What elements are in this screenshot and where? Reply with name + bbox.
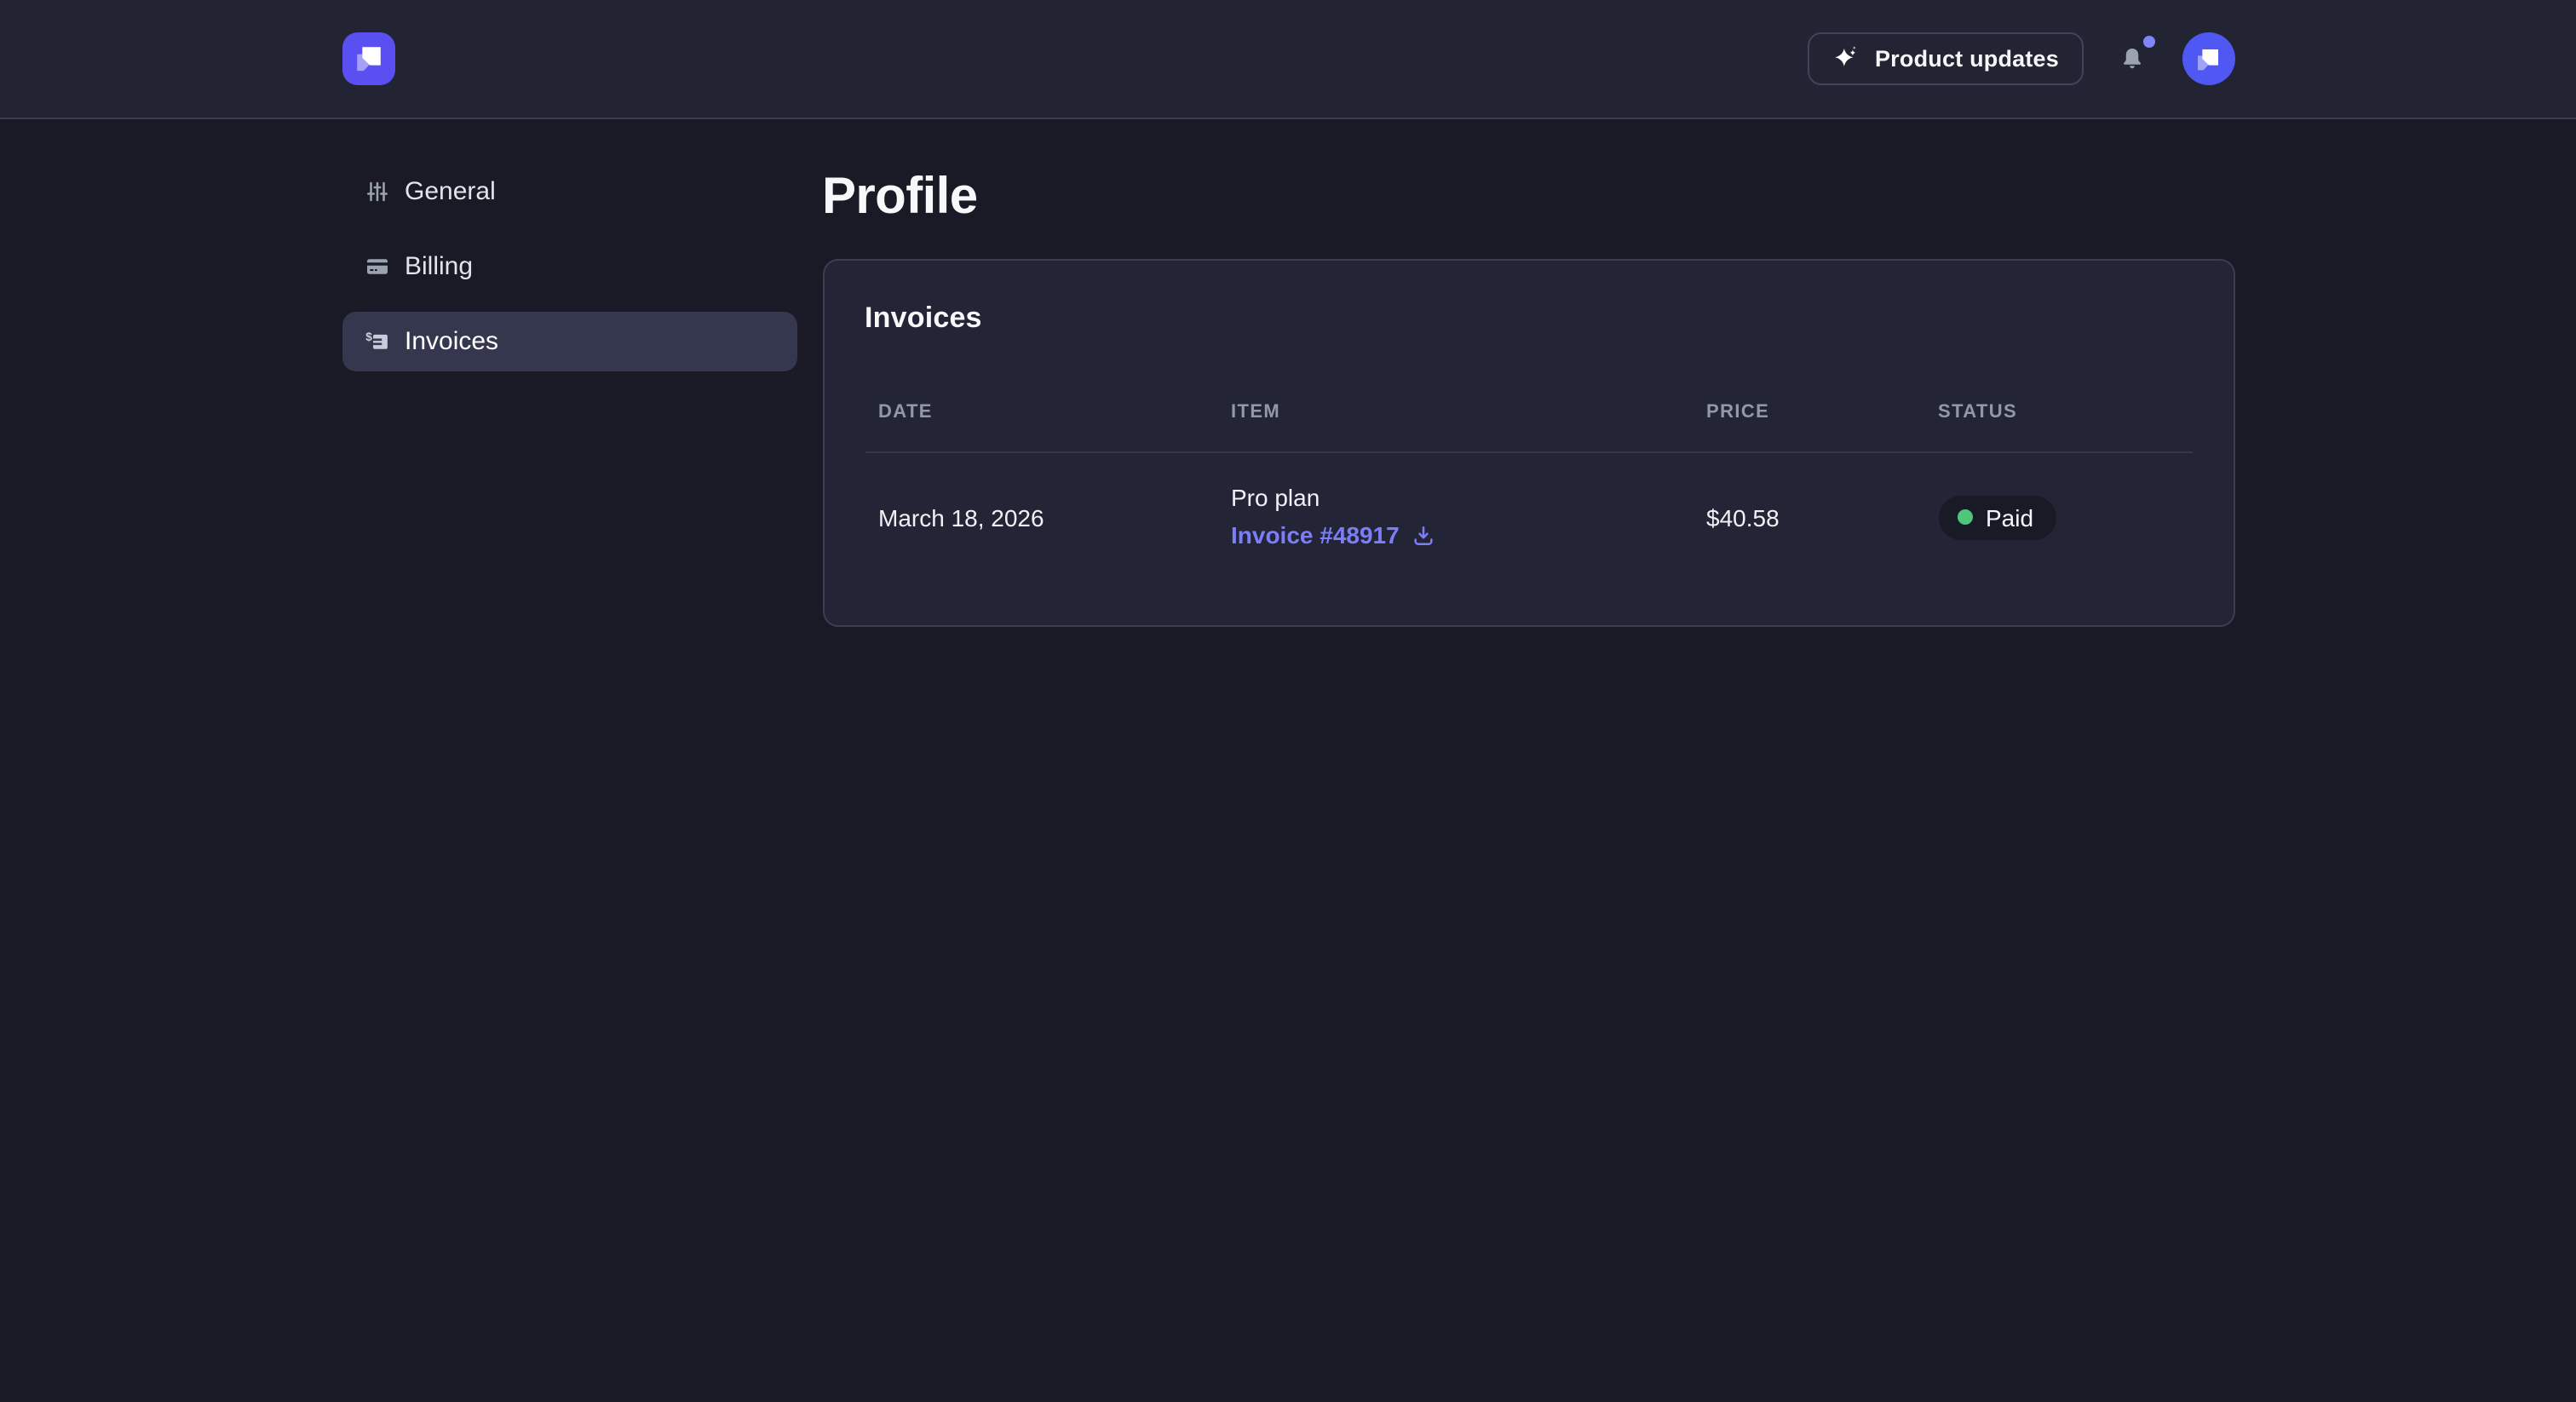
page-title: Profile	[822, 169, 2234, 227]
app-root: Product updates	[0, 0, 2576, 1402]
cell-price: $40.58	[1693, 452, 1924, 581]
user-avatar[interactable]	[2182, 32, 2234, 85]
svg-text:$: $	[365, 330, 371, 343]
sliders-icon	[364, 179, 389, 204]
status-label: Paid	[1986, 503, 2033, 531]
sidebar-item-label: General	[405, 177, 496, 206]
cell-date: March 18, 2026	[865, 452, 1217, 581]
main-content: Profile Invoices Date Item Price Status	[822, 162, 2234, 627]
top-navbar: Product updates	[0, 0, 2576, 119]
invoices-card: Invoices Date Item Price Status March 18…	[822, 259, 2234, 627]
sidebar-item-label: Billing	[405, 252, 473, 281]
sparkle-icon	[1832, 44, 1861, 73]
invoice-icon: $	[364, 329, 389, 354]
notifications-button[interactable]	[2113, 40, 2151, 78]
sidebar-item-general[interactable]: General	[342, 162, 796, 221]
plan-name: Pro plan	[1231, 480, 1679, 514]
credit-card-icon	[364, 254, 389, 279]
invoice-link[interactable]: Invoice #48917	[1231, 518, 1400, 554]
column-header-date: Date	[865, 375, 1217, 452]
product-updates-label: Product updates	[1875, 46, 2059, 72]
sidebar-item-label: Invoices	[405, 327, 498, 356]
sidebar-item-invoices[interactable]: $ Invoices	[342, 312, 796, 371]
invoices-card-title: Invoices	[865, 302, 2192, 336]
column-header-price: Price	[1693, 375, 1924, 452]
status-dot-icon	[1957, 509, 1972, 525]
brand-logo[interactable]	[342, 32, 394, 85]
bell-icon	[2118, 43, 2147, 74]
product-updates-button[interactable]: Product updates	[1808, 32, 2083, 85]
brand-logo-icon	[348, 39, 388, 78]
sidebar-item-billing[interactable]: Billing	[342, 237, 796, 296]
cell-status: Paid	[1924, 452, 2192, 581]
download-icon[interactable]	[1412, 523, 1437, 549]
column-header-status: Status	[1924, 375, 2192, 452]
table-row: March 18, 2026 Pro plan Invoice #48917	[865, 452, 2192, 581]
settings-sidebar: General Billing $ Invoices	[342, 162, 796, 627]
notification-dot	[2142, 35, 2154, 47]
status-badge: Paid	[1938, 495, 2056, 539]
column-header-item: Item	[1217, 375, 1693, 452]
cell-item: Pro plan Invoice #48917	[1217, 452, 1693, 581]
avatar-logo-icon	[2191, 42, 2225, 76]
invoices-table: Date Item Price Status March 18, 2026 Pr…	[865, 375, 2192, 581]
table-header-row: Date Item Price Status	[865, 375, 2192, 452]
